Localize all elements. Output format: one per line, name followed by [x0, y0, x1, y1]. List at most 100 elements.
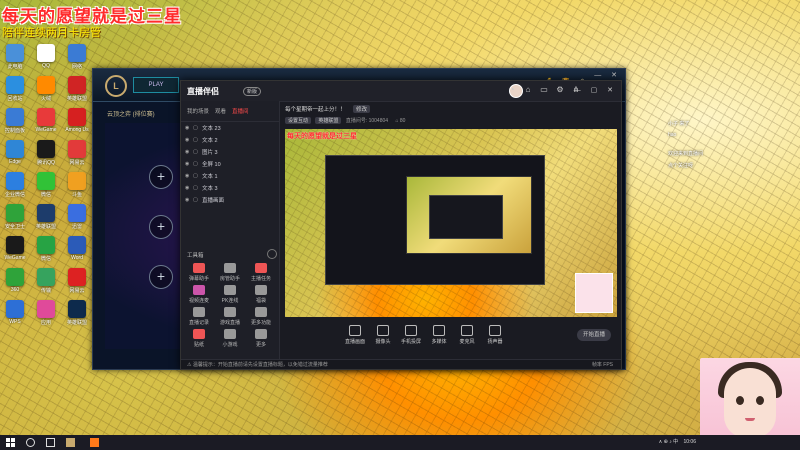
- desktop-icon[interactable]: 控制面板: [2, 108, 28, 134]
- desktop-icon[interactable]: WeGame: [2, 236, 28, 262]
- message-icon[interactable]: ▭: [539, 85, 549, 95]
- taskbar-app-stream[interactable]: [90, 438, 99, 447]
- stream-app-logo: 直播伴侣: [187, 87, 219, 96]
- notification-icon[interactable]: ◔: [507, 85, 517, 95]
- desktop-icon[interactable]: 斗鱼: [64, 172, 90, 198]
- layer-item[interactable]: ◉ ▢ 全屏 10: [181, 158, 279, 170]
- control-button[interactable]: 摄像头: [369, 325, 397, 345]
- tool-button[interactable]: PK连线: [216, 285, 244, 304]
- tool-button[interactable]: 直播记录: [185, 307, 213, 326]
- clock[interactable]: 10:06: [683, 439, 696, 445]
- desktop-icon[interactable]: 此电脑: [2, 44, 28, 70]
- desktop-icon[interactable]: 网易云: [64, 268, 90, 294]
- layer-type-icon: ▢: [193, 161, 198, 167]
- lol-window-controls[interactable]: — ✕: [594, 71, 621, 79]
- desktop-icon[interactable]: WPS: [2, 300, 28, 326]
- settings-icon[interactable]: ⚙: [555, 85, 565, 95]
- layer-item[interactable]: ◉ ▢ 文本 2: [181, 134, 279, 146]
- layer-type-icon: ▢: [193, 197, 198, 203]
- status-tip: ⚠ 温馨提示：开始直播前请先设置直播标题，以免错过流量推荐: [187, 362, 328, 368]
- desktop-icon[interactable]: WeGame: [33, 108, 59, 134]
- scene-panel: 我的场景 观看 直播间 ◉ ▢ 文本 23 ◉ ▢ 文本 2 ◉ ▢ 图片 3 ◉ ▢ 全屏 10 ◉ ▢…: [181, 101, 280, 363]
- desktop-icon-label: 网易云: [69, 288, 85, 294]
- desktop-icon[interactable]: 英雄联盟: [33, 204, 59, 230]
- stream-companion-window[interactable]: 直播伴侣 新版 ◔ ⌂ ▭ ⚙ ⋔ — ▢ ✕ 我的场景 观看 直播间 ◉ ▢ 文本…: [180, 80, 622, 370]
- control-icon: [433, 325, 445, 336]
- desktop-icon[interactable]: Among Us: [64, 108, 90, 134]
- desktop-icon[interactable]: 网易云: [64, 140, 90, 166]
- invite-slot-button[interactable]: +: [149, 265, 173, 289]
- stream-title[interactable]: 每个星期帝一起上分！！: [285, 107, 346, 113]
- tool-button[interactable]: 弹幕助手: [185, 263, 213, 282]
- tray-icons[interactable]: ∧ ⊕ ♪ 中: [659, 439, 679, 445]
- visibility-icon[interactable]: ◉: [185, 137, 193, 143]
- stream-window-controls[interactable]: — ▢ ✕: [574, 86, 617, 94]
- lock-icon[interactable]: ⌂: [523, 85, 533, 95]
- tool-button[interactable]: 主播任务: [247, 263, 275, 282]
- avatar-mouth: [745, 418, 755, 421]
- category-chip[interactable]: 英雄联盟: [315, 117, 342, 124]
- layer-item[interactable]: ◉ ▢ 图片 3: [181, 146, 279, 158]
- tool-button[interactable]: 小游戏: [216, 329, 244, 348]
- visibility-icon[interactable]: ◉: [185, 125, 193, 131]
- desktop-icon[interactable]: Edge: [2, 140, 28, 166]
- tool-button[interactable]: 房管助手: [216, 263, 244, 282]
- desktop-icon[interactable]: 英雄联盟: [64, 76, 90, 102]
- desktop-icon[interactable]: 企业微信: [2, 172, 28, 198]
- desktop-icon[interactable]: 迅雷: [64, 204, 90, 230]
- control-button[interactable]: 手机投屏: [397, 325, 425, 345]
- tab-watch[interactable]: 观看: [215, 107, 226, 115]
- invite-slot-button[interactable]: +: [149, 215, 173, 239]
- tab-my-scenes[interactable]: 我的场景: [187, 107, 209, 115]
- desktop-icon[interactable]: Word: [64, 236, 90, 262]
- tool-button[interactable]: 游戏直播: [216, 307, 244, 326]
- desktop-icon[interactable]: 传输: [33, 268, 59, 294]
- system-tray[interactable]: ∧ ⊕ ♪ 中 10:06: [659, 438, 696, 445]
- chat-message: 小子 来了: [668, 121, 690, 127]
- layer-item[interactable]: ◉ ▢ 文本 3: [181, 182, 279, 194]
- layer-item[interactable]: ◉ ▢ 文本 23: [181, 122, 279, 134]
- taskbar-app-lol[interactable]: [66, 438, 75, 447]
- visibility-icon[interactable]: ◉: [185, 185, 193, 191]
- tool-button[interactable]: 福袋: [247, 285, 275, 304]
- desktop-icon[interactable]: 微信: [33, 172, 59, 198]
- lol-game-mode: 云顶之弈 (排位赛): [107, 112, 155, 118]
- toolbox-more-icon[interactable]: [267, 249, 277, 259]
- version-badge[interactable]: 新版: [243, 87, 262, 96]
- visibility-icon[interactable]: ◉: [185, 161, 193, 167]
- control-button[interactable]: 多媒体: [425, 325, 453, 345]
- desktop-icon[interactable]: 微信: [33, 236, 59, 262]
- layer-label: 文本 2: [202, 138, 218, 144]
- layer-item[interactable]: ◉ ▢ 直播画面: [181, 194, 279, 206]
- tab-live-room[interactable]: 直播间: [232, 107, 249, 115]
- visibility-icon[interactable]: ◉: [185, 197, 193, 203]
- desktop-icon[interactable]: 360: [2, 268, 28, 294]
- interaction-chip[interactable]: 设置互动: [285, 117, 312, 124]
- edit-title-button[interactable]: 修改: [353, 105, 371, 113]
- search-icon[interactable]: [26, 438, 35, 447]
- start-live-button[interactable]: 开始直播: [577, 329, 611, 341]
- desktop-icon-label: 微信: [40, 256, 51, 262]
- visibility-icon[interactable]: ◉: [185, 173, 193, 179]
- start-button[interactable]: [6, 438, 15, 447]
- desktop-icon[interactable]: 应用: [33, 300, 59, 326]
- layer-item[interactable]: ◉ ▢ 文本 1: [181, 170, 279, 182]
- tool-button[interactable]: 贴纸: [185, 329, 213, 348]
- desktop-icon[interactable]: QQ: [33, 44, 59, 70]
- desktop-icon[interactable]: 安全卫士: [2, 204, 28, 230]
- control-button[interactable]: 直播画面: [341, 325, 369, 345]
- control-button[interactable]: 扬声器: [481, 325, 509, 345]
- tool-button[interactable]: 更多: [247, 329, 275, 348]
- control-button[interactable]: 麦克风: [453, 325, 481, 345]
- desktop-icon[interactable]: 回收站: [2, 76, 28, 102]
- desktop-icon[interactable]: 火绒: [33, 76, 59, 102]
- desktop-icon[interactable]: 英雄联盟: [64, 300, 90, 326]
- visibility-icon[interactable]: ◉: [185, 149, 193, 155]
- task-view-icon[interactable]: [46, 438, 55, 447]
- invite-slot-button[interactable]: +: [149, 165, 173, 189]
- lol-play-button[interactable]: PLAY: [133, 77, 179, 93]
- desktop-icon[interactable]: 腾讯QQ: [33, 140, 59, 166]
- tool-button[interactable]: 视频连麦: [185, 285, 213, 304]
- desktop-icon[interactable]: 网络: [64, 44, 90, 70]
- tool-button[interactable]: 更多功能: [247, 307, 275, 326]
